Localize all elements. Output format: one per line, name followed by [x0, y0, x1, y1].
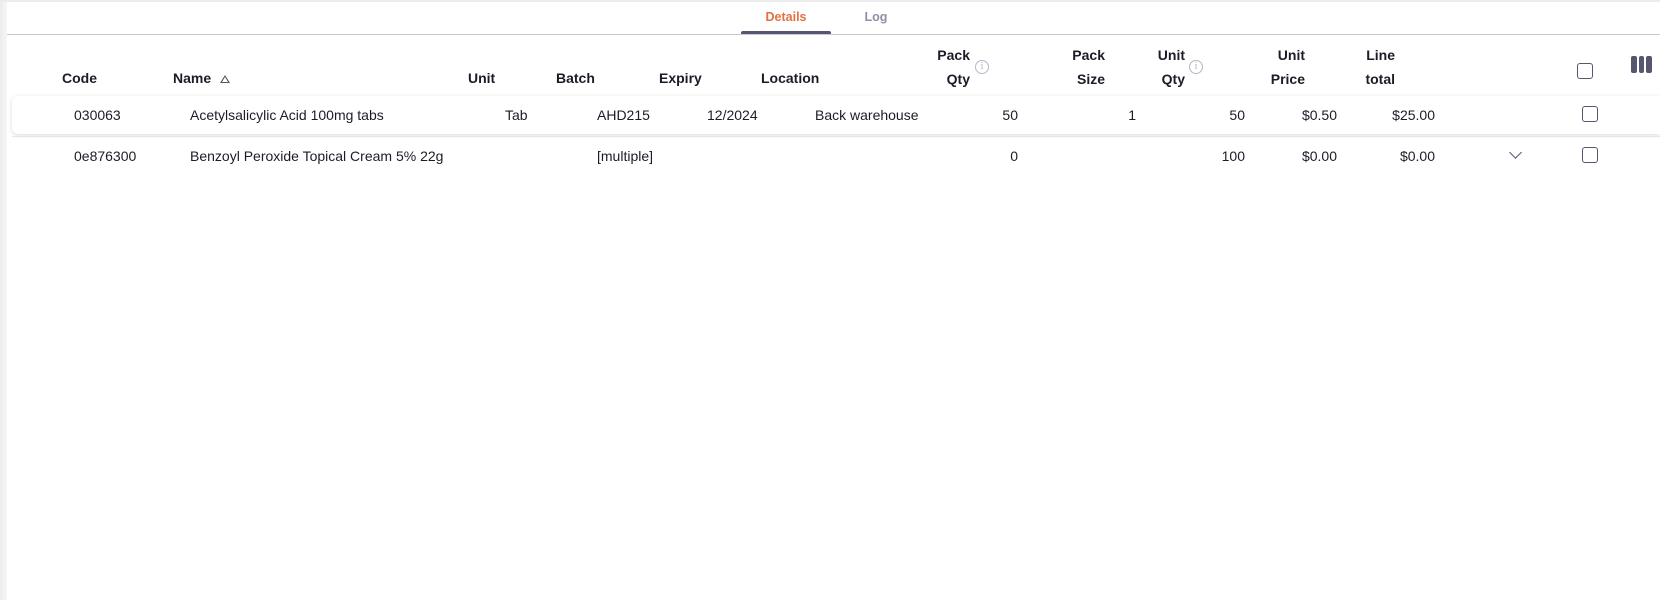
row-checkbox[interactable] [1582, 106, 1598, 122]
header-line: Unit [1277, 47, 1305, 63]
cell-batch: [multiple] [597, 148, 654, 164]
column-header-unit-price[interactable]: Unit Price [1271, 43, 1305, 91]
cell-pack-size: 1 [1128, 107, 1136, 123]
cell-pack-qty: 0 [1010, 148, 1018, 164]
tab-bar: Details Log [741, 0, 921, 34]
chevron-down-icon[interactable] [1509, 146, 1522, 159]
tab-log[interactable]: Log [831, 0, 921, 34]
table-row[interactable]: 030063 Acetylsalicylic Acid 100mg tabs T… [12, 96, 1660, 134]
column-header-code[interactable]: Code [62, 66, 97, 90]
info-icon[interactable]: i [975, 60, 989, 74]
table-row[interactable]: 0e876300 Benzoyl Peroxide Topical Cream … [12, 136, 1660, 174]
cell-unit: Tab [505, 107, 528, 123]
header-line: Line [1366, 47, 1395, 63]
cell-line-total: $0.00 [1399, 148, 1435, 164]
cell-unit-qty: 100 [1221, 148, 1245, 164]
column-bar [1646, 56, 1653, 73]
app-frame: Details Log Code Name Unit Batch Expiry … [0, 0, 1660, 600]
cell-line-total: $25.00 [1392, 107, 1435, 123]
tab-details[interactable]: Details [741, 0, 831, 34]
cell-pack-qty: 50 [1002, 107, 1018, 123]
column-bar [1631, 56, 1637, 73]
cell-unit-qty: 50 [1229, 107, 1245, 123]
cell-expiry: 12/2024 [707, 107, 758, 123]
cell-location: Back warehouse [815, 107, 919, 123]
header-line: Qty [946, 71, 970, 87]
column-header-batch[interactable]: Batch [556, 66, 595, 90]
row-checkbox[interactable] [1582, 147, 1598, 163]
column-header-name[interactable]: Name [173, 66, 211, 90]
column-header-unit[interactable]: Unit [468, 66, 495, 90]
info-icon[interactable]: i [1189, 60, 1203, 74]
column-header-line-total[interactable]: Line total [1365, 43, 1395, 91]
header-line: Price [1270, 71, 1305, 87]
sort-ascending-icon[interactable] [220, 75, 230, 83]
header-line: Size [1076, 71, 1105, 87]
cell-code: 0e876300 [74, 148, 137, 164]
table-header: Code Name Unit Batch Expiry Location Pac… [7, 35, 1660, 97]
column-manager-icon[interactable] [1631, 56, 1653, 73]
column-header-pack-qty[interactable]: Pack Qty [937, 43, 970, 91]
cell-code: 030063 [74, 107, 121, 123]
cell-unit-price: $0.50 [1301, 107, 1337, 123]
header-line: Unit [1157, 47, 1185, 63]
column-bar [1638, 56, 1645, 73]
header-line: Qty [1161, 71, 1185, 87]
cell-unit-price: $0.00 [1301, 148, 1337, 164]
column-header-location[interactable]: Location [761, 66, 819, 90]
select-all-checkbox[interactable] [1577, 63, 1593, 79]
left-edge [0, 0, 7, 600]
cell-batch: AHD215 [597, 107, 650, 123]
cell-name: Benzoyl Peroxide Topical Cream 5% 22g [190, 148, 444, 164]
header-line: Pack [1072, 47, 1105, 63]
cell-name: Acetylsalicylic Acid 100mg tabs [190, 107, 384, 123]
column-header-expiry[interactable]: Expiry [659, 66, 702, 90]
column-header-unit-qty[interactable]: Unit Qty [1158, 43, 1185, 91]
header-line: Pack [937, 47, 970, 63]
column-header-pack-size[interactable]: Pack Size [1072, 43, 1105, 91]
header-line: total [1365, 71, 1395, 87]
